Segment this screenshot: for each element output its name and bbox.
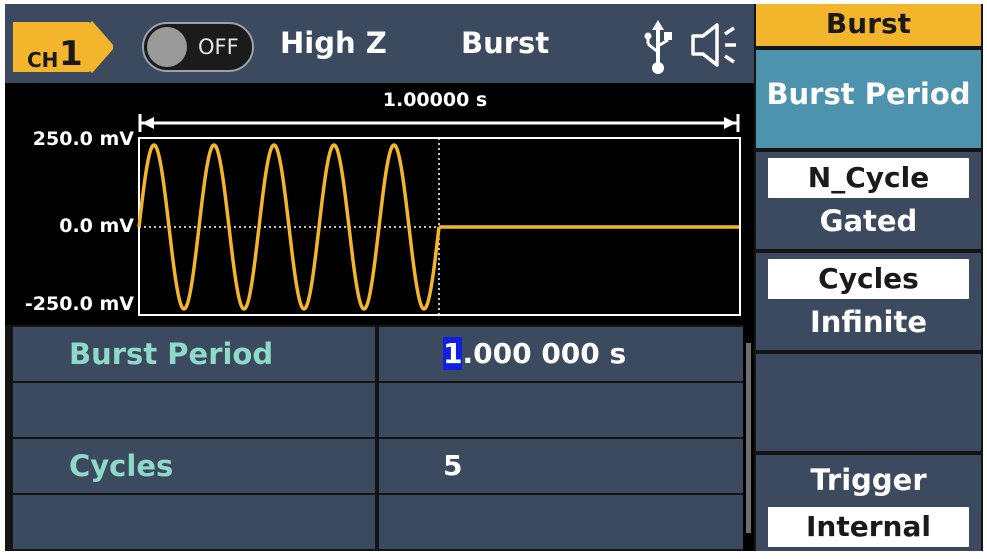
softkey-label: Burst Period [766,77,971,111]
selected-option: Cycles [768,259,969,299]
param-value: 5 [443,449,463,482]
other-option: Infinite [809,305,928,339]
param-value: .000 000 s [462,337,627,370]
period-marker-right-arrow [724,117,736,129]
param-scrollbar[interactable] [743,325,754,551]
y-label-top: 250.0 mV [32,128,134,150]
channel-prefix: CH [27,48,59,72]
other-option: Gated [819,204,918,238]
edit-cursor-digit[interactable]: 1 [443,337,463,370]
softkey-trigger[interactable]: Trigger Internal [756,455,981,551]
status-bar: CH 1 OFF High Z Burst [5,4,754,83]
param-row-empty [5,495,743,549]
speaker-icon [691,23,736,67]
param-row-empty [5,383,743,437]
selected-option: N_Cycle [768,158,969,198]
softkey-label: Trigger [810,463,927,497]
y-label-bottom: -250.0 mV [24,293,134,315]
param-row-cycles[interactable]: Cycles 5 [5,439,743,493]
parameter-table: Burst Period 1.000 000 s Cycles 5 [5,325,743,551]
period-marker-left-arrow [142,117,154,129]
waveform-display: 1.00000 s 250.0 mV 0.0 mV -250.0 mV [5,83,754,325]
param-name: Cycles [69,449,174,483]
function-generator-screen: CH 1 OFF High Z Burst 1.00000 s 250.0 mV… [0,0,987,559]
menu-title: Burst [756,4,981,46]
param-value-cell[interactable]: 1.000 000 s [379,327,743,381]
selected-option: Internal [768,507,969,547]
softkey-burst-mode[interactable]: N_Cycle Gated [756,152,981,249]
y-label-mid: 0.0 mV [59,215,134,237]
softkey-empty[interactable] [756,354,981,451]
channel-badge[interactable]: CH 1 [13,20,113,74]
scrollbar-thumb[interactable] [746,343,751,533]
param-row-burst-period[interactable]: Burst Period 1.000 000 s [5,327,743,381]
toggle-knob [147,27,187,67]
period-label: 1.00000 s [382,89,488,111]
mode-label: Burst [461,26,550,60]
output-toggle[interactable]: OFF [142,22,254,72]
param-name: Burst Period [69,337,274,371]
output-state-label: OFF [198,35,239,59]
impedance-label: High Z [280,26,387,60]
param-value-cell[interactable]: 5 [379,439,743,493]
waveform-plot [137,114,741,316]
softkey-burst-period[interactable]: Burst Period [756,50,981,148]
softkey-menu: Burst Burst Period N_Cycle Gated Cycles … [754,4,983,551]
channel-number: 1 [59,34,83,74]
softkey-cycles[interactable]: Cycles Infinite [756,253,981,350]
usb-icon [644,20,672,74]
